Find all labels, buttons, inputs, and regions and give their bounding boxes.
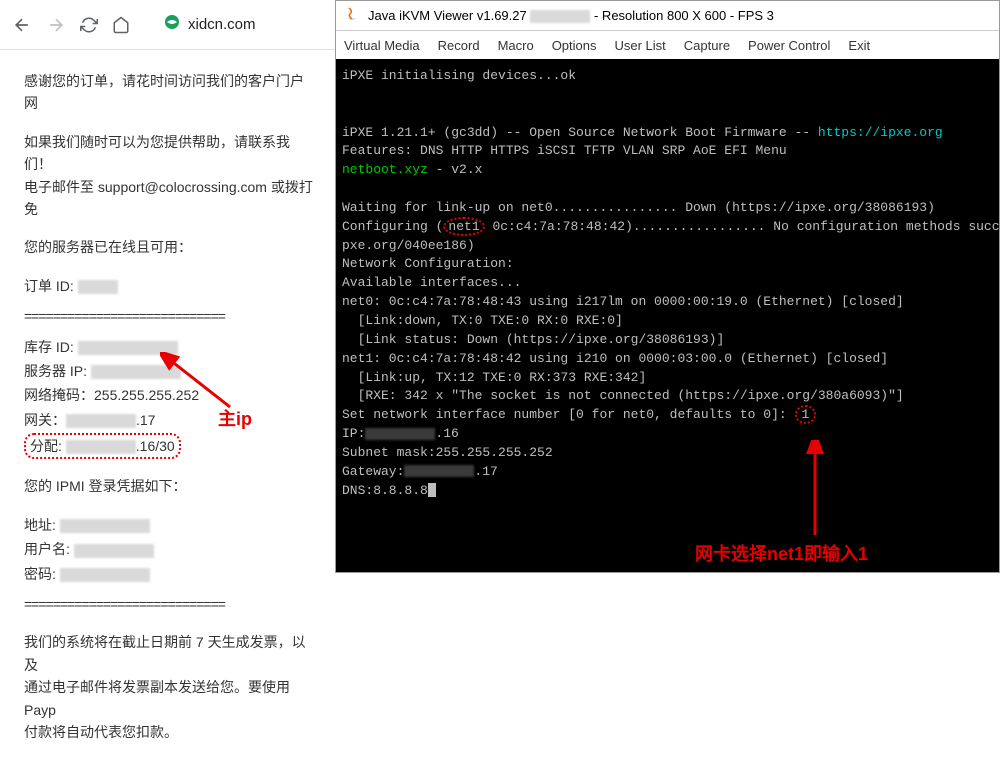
server-ready-text: 您的服务器已在线且可用： — [24, 236, 316, 258]
kvm-title: Java iKVM Viewer v1.69.27 - Resolution 8… — [368, 8, 774, 23]
menu-virtual-media[interactable]: Virtual Media — [344, 38, 420, 53]
netmask-row: 网络掩码：255.255.255.252 — [24, 384, 316, 406]
address-bar[interactable]: xidcn.com — [164, 14, 256, 35]
net1-highlight: net1 — [443, 217, 484, 236]
inventory-row: 库存 ID: — [24, 336, 316, 358]
ipmi-username-row: 用户名: — [24, 538, 316, 560]
input-1-highlight: 1 — [795, 405, 817, 424]
kvm-console[interactable]: iPXE initialising devices...ok iPXE 1.21… — [336, 59, 999, 572]
billing-text: 我们的系统将在截止日期前 7 天生成发票，以及 通过电子邮件将发票副本发送给您。… — [24, 631, 316, 743]
order-id-row: 订单 ID: — [24, 275, 316, 297]
menu-user-list[interactable]: User List — [615, 38, 666, 53]
annotation-main-ip: 主ip — [218, 405, 252, 431]
url-text: xidcn.com — [188, 16, 256, 33]
ipmi-password-row: 密码: — [24, 563, 316, 585]
divider: ============================ — [24, 305, 316, 327]
kvm-titlebar[interactable]: Java iKVM Viewer v1.69.27 - Resolution 8… — [336, 1, 999, 31]
kvm-window: Java iKVM Viewer v1.69.27 - Resolution 8… — [335, 0, 1000, 573]
back-icon[interactable] — [12, 15, 32, 35]
help-text: 如果我们随时可以为您提供帮助，请联系我们！ 电子邮件至 support@colo… — [24, 131, 316, 221]
email-content-panel: 感谢您的订单，请花时间访问我们的客户门户网 如果我们随时可以为您提供帮助，请联系… — [0, 50, 340, 779]
menu-power-control[interactable]: Power Control — [748, 38, 830, 53]
menu-exit[interactable]: Exit — [848, 38, 870, 53]
java-icon — [344, 6, 360, 25]
home-icon[interactable] — [112, 16, 130, 34]
forward-icon[interactable] — [46, 15, 66, 35]
menu-options[interactable]: Options — [552, 38, 597, 53]
greeting-text: 感谢您的订单，请花时间访问我们的客户门户网 — [24, 70, 316, 115]
menu-capture[interactable]: Capture — [684, 38, 730, 53]
ipmi-address-row: 地址: — [24, 514, 316, 536]
divider-2: ============================ — [24, 593, 316, 615]
menu-macro[interactable]: Macro — [498, 38, 534, 53]
allocation-row: 分配: .16/30 — [24, 433, 316, 459]
server-ip-row: 服务器 IP: — [24, 360, 316, 382]
annotation-netcard: 网卡选择net1即输入1 — [695, 540, 868, 566]
refresh-icon[interactable] — [80, 16, 98, 34]
kvm-menubar: Virtual Media Record Macro Options User … — [336, 31, 999, 59]
ipmi-header: 您的 IPMI 登录凭据如下： — [24, 475, 316, 497]
site-icon — [164, 14, 180, 35]
gateway-row: 网关：.17 — [24, 409, 316, 431]
menu-record[interactable]: Record — [438, 38, 480, 53]
